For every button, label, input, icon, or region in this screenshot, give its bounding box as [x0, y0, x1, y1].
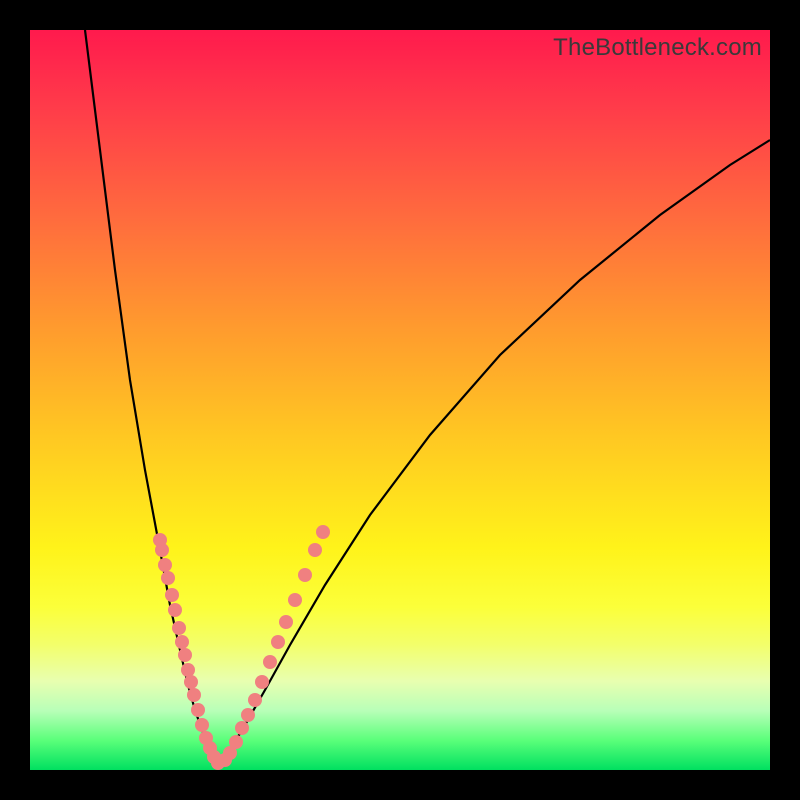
highlight-dot	[248, 693, 262, 707]
highlight-dot	[178, 648, 192, 662]
highlight-dot	[195, 718, 209, 732]
chart-frame: TheBottleneck.com	[0, 0, 800, 800]
highlight-dot	[298, 568, 312, 582]
highlight-dot	[235, 721, 249, 735]
highlight-dot	[316, 525, 330, 539]
highlight-dot	[279, 615, 293, 629]
highlight-dot	[165, 588, 179, 602]
plot-area: TheBottleneck.com	[30, 30, 770, 770]
highlight-dot	[263, 655, 277, 669]
highlight-dot	[191, 703, 205, 717]
highlight-dot	[271, 635, 285, 649]
highlight-dot	[175, 635, 189, 649]
highlight-dot	[241, 708, 255, 722]
highlight-dot	[161, 571, 175, 585]
curve-right	[218, 140, 770, 765]
highlight-dot	[184, 675, 198, 689]
highlight-dot	[181, 663, 195, 677]
highlight-dot	[172, 621, 186, 635]
curve-left	[85, 30, 218, 765]
highlight-dots	[153, 525, 330, 770]
highlight-dot	[187, 688, 201, 702]
highlight-dot	[288, 593, 302, 607]
highlight-dot	[168, 603, 182, 617]
highlight-dot	[255, 675, 269, 689]
highlight-dot	[229, 735, 243, 749]
highlight-dot	[155, 543, 169, 557]
highlight-dot	[158, 558, 172, 572]
curve-layer	[30, 30, 770, 770]
highlight-dot	[308, 543, 322, 557]
